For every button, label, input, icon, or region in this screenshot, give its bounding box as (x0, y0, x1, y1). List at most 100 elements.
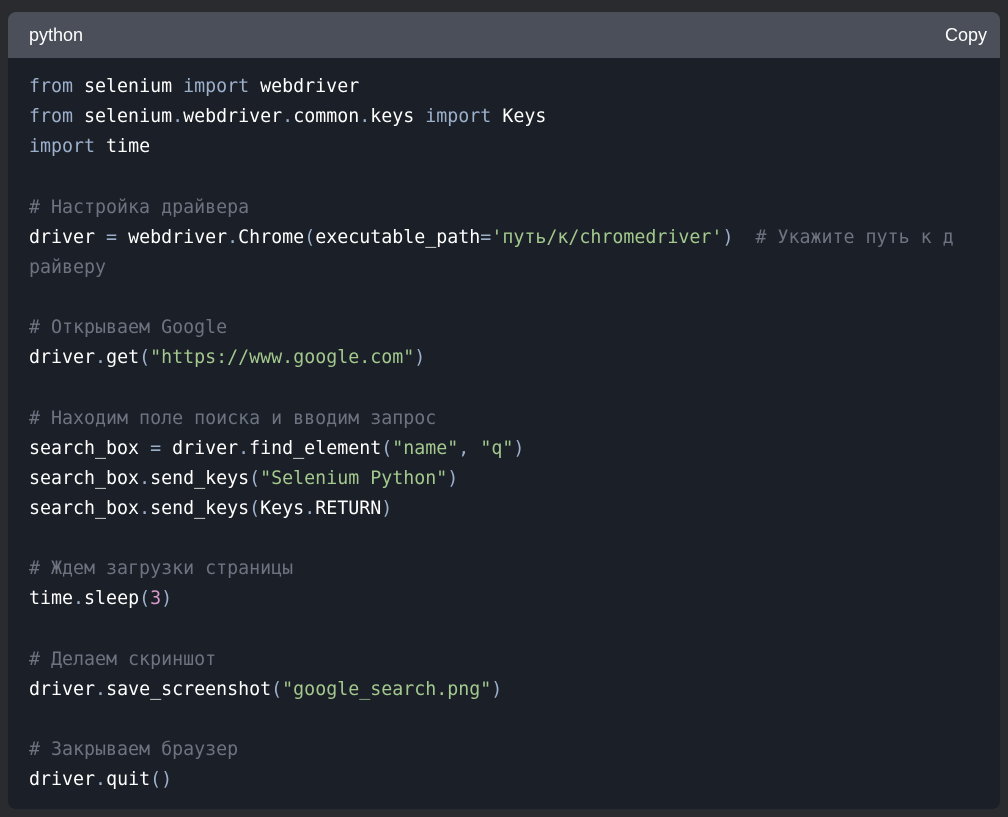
code-punctuation: ) (447, 467, 459, 489)
code-keyword: import (29, 136, 96, 158)
code-keyword: import (183, 76, 250, 97)
code-punctuation: . (95, 678, 107, 700)
code-punctuation: . (139, 467, 151, 489)
code-punctuation: . (139, 497, 151, 519)
code-line: # Открываем Google (29, 313, 982, 343)
code-identifier: RETURN (315, 497, 382, 519)
code-keyword: import (425, 106, 492, 128)
code-line: # Делаем скриншот (29, 645, 982, 675)
code-punctuation: ) (722, 226, 734, 248)
code-line: search_box.send_keys("Selenium Python") (29, 464, 982, 494)
code-identifier: find_element (249, 437, 382, 459)
code-identifier: Chrome (238, 226, 305, 248)
code-line: driver = webdriver.Chrome(executable_pat… (29, 223, 982, 253)
code-punctuation: ( (381, 437, 393, 459)
code-punctuation: . (95, 347, 107, 369)
code-identifier: executable_path (315, 226, 481, 248)
code-identifier: driver (29, 347, 96, 369)
code-identifier: sleep (84, 588, 140, 610)
code-line: from selenium.webdriver.common.keys impo… (29, 102, 982, 132)
code-line: # Настройка драйвера (29, 193, 982, 223)
code-identifier: send_keys (150, 497, 250, 519)
code-identifier: send_keys (150, 467, 250, 489)
code-identifier: save_screenshot (106, 678, 272, 700)
code-punctuation: , (458, 437, 481, 459)
code-line: райверу (29, 253, 982, 283)
code-punctuation: . (282, 106, 294, 128)
code-line: driver.get("https://www.google.com") (29, 343, 982, 373)
code-comment: # Делаем скриншот (29, 648, 217, 670)
code-identifier: driver (29, 678, 96, 700)
code-line: # Закрываем браузер (29, 735, 982, 765)
code-identifier: get (106, 347, 140, 369)
code-comment: # Настройка драйвера (29, 196, 250, 218)
code-punctuation: ) (161, 588, 173, 610)
code-string: 'путь/к/chromedriver' (491, 226, 723, 248)
code-punctuation: ) (381, 497, 393, 519)
code-line: from selenium import webdriver (29, 72, 982, 102)
code-identifier: quit (106, 769, 151, 791)
code-line: search_box.send_keys(Keys.RETURN) (29, 494, 982, 524)
code-comment: # Открываем Google (29, 317, 228, 339)
code-punctuation: ( (249, 467, 261, 489)
code-identifier: selenium (73, 106, 173, 128)
code-identifier: time (29, 588, 74, 610)
code-string: "q" (480, 437, 514, 459)
code-line: time.sleep(3) (29, 584, 982, 614)
code-identifier: webdriver (117, 226, 228, 248)
code-punctuation: ) (513, 437, 525, 459)
code-punctuation: = (150, 437, 162, 459)
code-punctuation: ( (249, 497, 261, 519)
code-punctuation: = (480, 226, 492, 248)
code-identifier: search_box (29, 497, 140, 519)
code-block-header: python Copy (8, 12, 1000, 58)
code-line: search_box = driver.find_element("name",… (29, 434, 982, 464)
code-identifier: time (95, 136, 151, 158)
code-punctuation: ( (139, 347, 151, 369)
code-comment: # Ждем загрузки страницы (29, 558, 294, 580)
code-identifier (733, 227, 755, 248)
copy-button[interactable]: Copy (945, 25, 987, 46)
language-label: python (29, 24, 84, 45)
code-line: import time (29, 132, 982, 162)
code-comment: # Укажите путь к д (755, 226, 954, 248)
code-identifier: selenium (73, 76, 184, 97)
code-identifier: search_box (29, 467, 140, 489)
code-string: "name" (392, 437, 459, 459)
code-content[interactable]: from selenium import webdriver from selen… (29, 72, 982, 795)
code-punctuation: . (172, 106, 184, 128)
code-punctuation: . (227, 226, 239, 248)
code-punctuation: . (304, 497, 316, 519)
code-punctuation: . (359, 106, 371, 128)
code-identifier: keys (370, 106, 426, 128)
code-punctuation: . (73, 588, 85, 610)
code-keyword: from (29, 106, 74, 128)
code-punctuation: ( (139, 588, 151, 610)
code-identifier: Keys (260, 497, 305, 519)
code-string: "https://www.google.com" (150, 347, 415, 369)
code-punctuation: ( (304, 226, 316, 248)
code-string: "google_search.png" (282, 678, 492, 700)
code-punctuation: . (238, 437, 250, 459)
code-punctuation: ) (414, 347, 426, 369)
code-identifier: Keys (491, 106, 547, 128)
code-comment: райверу (29, 256, 107, 278)
code-identifier: search_box (29, 437, 151, 459)
code-keyword: from (29, 76, 74, 97)
code-punctuation: ) (491, 678, 503, 700)
code-comment: # Находим поле поиска и вводим запрос (29, 407, 437, 429)
code-line: # Ждем загрузки страницы (29, 554, 982, 584)
code-block: python Copy from selenium import webdriv… (8, 12, 1000, 809)
code-comment: # Закрываем браузер (29, 739, 239, 761)
code-identifier: webdriver (183, 106, 283, 128)
code-identifier: driver (161, 437, 239, 459)
code-punctuation: ( (271, 678, 283, 700)
code-punctuation: . (95, 769, 107, 791)
code-line: driver.save_screenshot("google_search.pn… (29, 675, 982, 705)
code-number: 3 (150, 588, 162, 610)
